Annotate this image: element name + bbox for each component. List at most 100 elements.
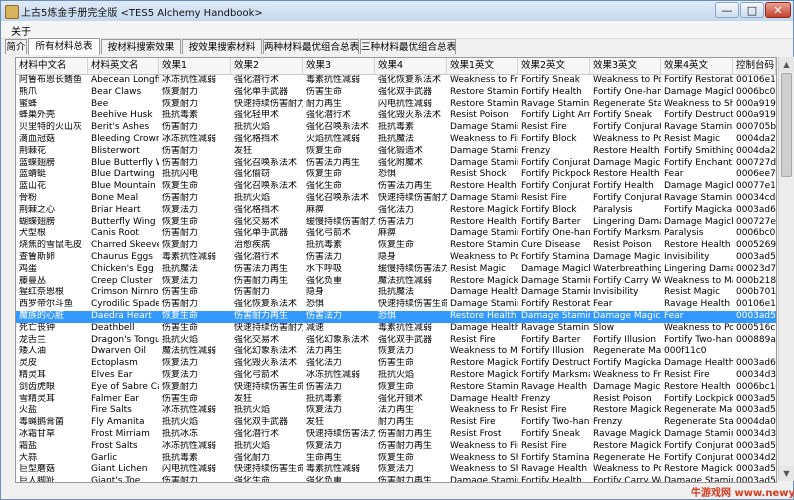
table-cell: 强化单手武器 [234, 86, 289, 97]
table-row[interactable]: 蓝蜻蜓 Blue Dartwing 抵抗闪电 强化偷窃 恢复生命 恐惧 Resist Sho… [16, 169, 776, 181]
table-cell: Damage Stamina [450, 122, 518, 133]
column-header[interactable]: 材料英文名 [88, 58, 159, 74]
table-row[interactable]: 猩红奈恩根 Crimson Nirnroot伤害生命 伤害耐力 隐身 抵抗魔法 Damag… [16, 287, 776, 299]
table-cell: Restore Stamina [450, 86, 518, 97]
table-cell: Damage Health [450, 393, 518, 404]
table-cell: 抵抗闪电 [162, 169, 199, 180]
table-row[interactable]: 雪精灵耳 Falmer Ear 伤害生命 发狂 抵抗毒素 强化开锁术 Damage Heal… [16, 394, 776, 406]
column-header[interactable]: 效果3 [303, 58, 375, 74]
table-cell: Giant's Toe [91, 476, 141, 483]
table-cell: Waterbreathing [593, 263, 661, 274]
table-row[interactable]: 骨粉 Bone Meal 伤害耐力 抵抗火焰 强化召唤系法术 快速持续伤害耐力 Damage… [16, 193, 776, 205]
table-cell: 伤害耐力再生 [378, 440, 433, 451]
table-row[interactable]: 剑齿虎眼 Eye of Sabre Cat 恢复耐力 快速持续伤害生命 伤害法力 恢复生命… [16, 382, 776, 394]
table-cell: Restore Magicka [593, 440, 661, 451]
table-cell: 000a9195 [736, 98, 776, 109]
table-row[interactable]: 精灵耳 Elves Ear 恢复法力 强化弓箭术 冰冻抗性减弱 抵抗火焰 Restore M… [16, 370, 776, 382]
column-header[interactable]: 效果4英文 [661, 58, 733, 74]
table-row[interactable]: 贝里特的火山灰 Berit's Ashes 伤害耐力 抵抗火焰 强化召唤系法术 抵抗毒素 D… [16, 122, 776, 134]
table-cell: 000889a2 [736, 334, 776, 345]
table-cell: 冰霜甘草 [19, 429, 56, 439]
scroll-thumb[interactable] [781, 73, 792, 177]
column-header[interactable]: 效果1 [159, 58, 231, 74]
table-cell: Damage Health [450, 322, 518, 333]
table-cell: 恢复生命 [378, 240, 415, 251]
column-header[interactable]: 效果2英文 [518, 58, 590, 74]
table-cell: 抵抗火焰 [234, 405, 271, 416]
table-cell: 荆棘花 [19, 145, 47, 156]
table-cell: Fortify Conjuratio [664, 440, 733, 451]
table-row[interactable]: 藤蔓丛 Creep Cluster 恢复法力 伤害耐力再生 强化负重 魔法抗性减弱 Rest… [16, 276, 776, 288]
table-cell: 强化幻象系法术 [306, 334, 370, 345]
table-cell: Resist Fire [521, 440, 567, 451]
column-header[interactable]: 控制台码 [733, 58, 776, 74]
table-row[interactable]: 毒蝇鹅膏菌 Fly Amanita 抵抗火焰 强化双手武器 发狂 耐力再生 Resist F… [16, 417, 776, 429]
maximize-button[interactable]: □ [740, 2, 764, 18]
tab-0[interactable]: 简介 [5, 39, 27, 54]
table-row[interactable]: 灵皮 Ectoplasm 恢复法力 强化毁灭系法术 强化法力 伤害生命 Restore Ma… [16, 358, 776, 370]
table-cell: 强化格挡术 [234, 204, 280, 215]
table-cell: 抵抗火焰 [162, 334, 199, 345]
table-cell: 冰冻抗性减弱 [306, 370, 361, 380]
table-row[interactable]: 阿鲁布恩长鳍鱼 Abecean Longfin 冰冻抗性减弱 强化潜行术 毒素抗性减弱 强… [16, 75, 776, 87]
column-header[interactable]: 材料中文名 [16, 58, 88, 74]
table-cell: Fortify Illusion [593, 334, 657, 345]
table-cell: 恢复生命 [378, 452, 415, 463]
table-row[interactable]: 蓝山花 Blue Mountain Flower恢复生命 强化召唤系法术强化生命 伤害… [16, 181, 776, 193]
vertical-scrollbar[interactable]: ▲ ▼ [778, 57, 794, 481]
table-row[interactable]: 死亡丧钟 Deathbell 伤害生命 快速持续伤害耐力 减速 毒素抗性减弱 Damage … [16, 323, 776, 335]
table-row[interactable]: 荆棘之心 Briar Heart 恢复法力 强化格挡术 麻痹 强化法力 Restore Ma… [16, 205, 776, 217]
tab-3[interactable]: 按效果搜索材料 [182, 39, 262, 54]
table-cell: 00034d31 [736, 370, 776, 380]
table-cell: 强化格挡术 [234, 134, 280, 144]
close-button[interactable]: ✕ [765, 2, 791, 18]
column-header[interactable]: 效果4 [375, 58, 447, 74]
table-row[interactable]: 矮人油 Dwarven Oil 魔法抗性减弱 强化幻象系法术 法力再生 恢复法力 Weakn… [16, 346, 776, 358]
menu-about[interactable]: 关于 [11, 23, 31, 38]
table-cell: 强化召唤系法术 [234, 181, 298, 192]
table-cell: 减速 [306, 322, 325, 333]
tab-2[interactable]: 按材料搜索效果 [101, 39, 181, 54]
table-row[interactable]: 魔族的心脏 Daedra Heart 恢复生命 伤害耐力再生 伤害法力 恐惧 Restore… [16, 311, 776, 323]
column-header[interactable]: 效果3英文 [590, 58, 661, 74]
scroll-up-icon[interactable]: ▲ [779, 57, 794, 72]
table-cell: Restore Health [664, 240, 731, 251]
table-row[interactable]: 鸡蛋 Chicken's Egg 抵抗魔法 伤害法力再生 水下呼吸 缓慢持续伤害法力 Res… [16, 264, 776, 276]
minimize-button[interactable]: — [715, 2, 739, 18]
table-cell: 伤害耐力再生 [234, 311, 289, 321]
table-cell: 抵抗火焰 [162, 417, 199, 428]
table-row[interactable]: 火盐 Fire Salts 冰冻抗性减弱 抵抗火焰 恢复法力 法力再生 Weakness t… [16, 405, 776, 417]
table-row[interactable]: 冰霜甘草 Frost Mirriam 抵抗冰冻 强化潜行术 快速持续伤害法力 伤害耐力再生… [16, 429, 776, 441]
table-row[interactable]: 熊爪 Bear Claws 恢复耐力 强化单手武器 伤害生命 强化双手武器 Restore … [16, 87, 776, 99]
table-row[interactable]: 荆棘花 Blisterwort 伤害耐力 发狂 恢复生命 强化锻造术 Damage Stam… [16, 146, 776, 158]
table-row[interactable]: 巨型蘑菇 Giant Lichen 闪电抗性减弱 快速持续伤害生命 毒素抗性减弱 恢复法力… [16, 464, 776, 476]
table-row[interactable]: 大蒜 Garlic 抵抗毒素 强化耐力 生命再生 恢复生命 Weakness to Shoc… [16, 453, 776, 465]
table-row[interactable]: 蜂巢外壳 Beehive Husk 抵抗毒素 强化轻甲术 强化潜行术 强化毁灭系法术 Res… [16, 110, 776, 122]
table-row[interactable]: 烧焦的雪鼠毛皮 Charred Skeever Hide恢复耐力 治愈疾病 抵抗毒素 恢… [16, 240, 776, 252]
table-row[interactable]: 滴血冠菇 Bleeding Crown 冰冻抗性减弱 强化格挡术 火焰抗性减弱 抵抗魔法 W… [16, 134, 776, 146]
table-cell: 恢复耐力 [162, 86, 199, 97]
table-row[interactable]: 霜盐 Frost Salts 冰冻抗性减弱 抵抗火焰 恢复法力 伤害耐力再生 Weaknes… [16, 441, 776, 453]
tab-1[interactable]: 所有材料总表 [28, 38, 100, 55]
table-row[interactable]: 蝴蝶翅膀 Butterfly Wing 恢复生命 强化交易术 缓慢持续伤害耐力 伤害法力 R… [16, 217, 776, 229]
table-row[interactable]: 西罗帝尔斗鱼 Cyrodilic Spadetail伤害耐力 强化恢复系法术恐惧 快速… [16, 299, 776, 311]
table-cell: 恢复法力 [162, 358, 199, 369]
table-cell: Ravage Magicka [593, 429, 661, 439]
table-row[interactable]: 犬型根 Canis Root 伤害耐力 强化单手武器 强化弓箭术 麻痹 Damage Sta… [16, 228, 776, 240]
table-row[interactable]: 龙舌兰 Dragon's Tongue 抵抗火焰 强化交易术 强化幻象系法术 强化双手武器… [16, 335, 776, 347]
table-cell: 伤害耐力 [162, 157, 199, 168]
table-cell: Weakness to Poise [593, 464, 661, 475]
table-cell: 毒素抗性减弱 [162, 252, 217, 262]
column-header[interactable]: 效果2 [231, 58, 303, 74]
table-cell: 0006bc02 [736, 86, 776, 97]
table-row[interactable]: 巨人脚趾 Giant's Toe 伤害耐力 强化生命 强化负重 伤害耐力再生 Damage … [16, 476, 776, 483]
tab-5[interactable]: 三种材料最优组合总表 [360, 39, 456, 54]
table-row[interactable]: 蓝蝶翅膀 Blue Butterfly Wing伤害耐力 强化召唤系法术伤害法力再生… [16, 158, 776, 170]
table-cell: Fortify Smithing [664, 145, 733, 156]
tab-4[interactable]: 两种材料最优组合总表 [263, 39, 359, 54]
table-row[interactable]: 查鲁斯卵 Chaurus Eggs 毒素抗性减弱 强化潜行术 伤害法力 隐身 Weaknes… [16, 252, 776, 264]
scroll-down-icon[interactable]: ▼ [779, 466, 794, 481]
table-cell: Fortify Enchanting [664, 157, 733, 168]
column-header[interactable]: 效果1英文 [447, 58, 518, 74]
table-row[interactable]: 蜜蜂 Bee 恢复耐力 快速持续伤害耐力 耐力再生 闪电抗性减弱 Restore Stami… [16, 99, 776, 111]
